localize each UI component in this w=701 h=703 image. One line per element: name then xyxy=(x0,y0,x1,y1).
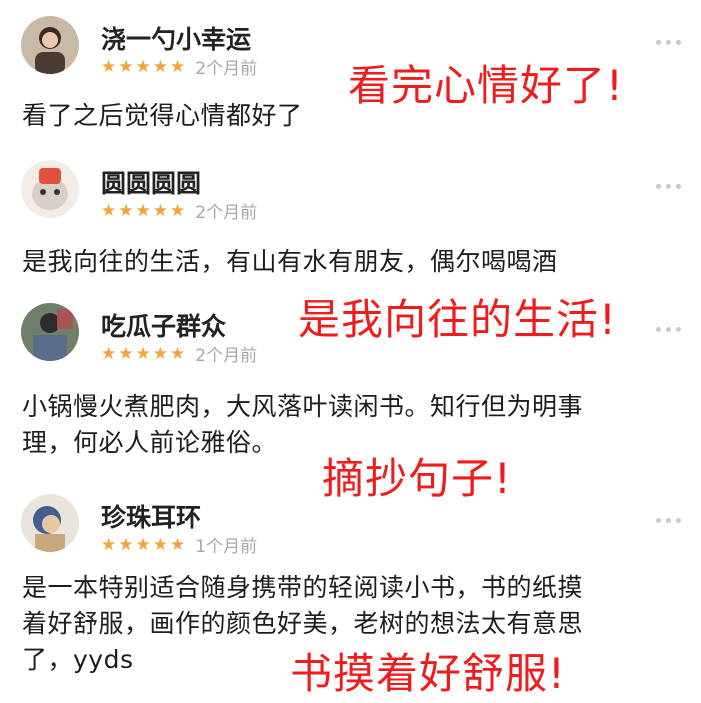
review-time: 2个月前 xyxy=(195,203,258,223)
review-time: 1个月前 xyxy=(195,537,258,557)
star-icon: ★ xyxy=(152,56,168,77)
more-icon[interactable] xyxy=(656,40,681,45)
star-icon: ★ xyxy=(170,343,186,364)
star-rating: ★ ★ ★ ★ ★ xyxy=(101,201,185,221)
star-icon: ★ xyxy=(135,200,151,221)
rating-row: ★ ★ ★ ★ ★ 2个月前 xyxy=(101,341,258,367)
review-item: 珍珠耳环 ★ ★ ★ ★ ★ 1个月前 是一本特别适合随身携带的轻阅读小书，书的… xyxy=(0,494,701,703)
star-icon: ★ xyxy=(152,200,168,221)
star-icon: ★ xyxy=(118,200,134,221)
star-icon: ★ xyxy=(135,56,151,77)
star-icon: ★ xyxy=(135,534,151,555)
review-text: 是我向往的生活，有山有水有朋友，偶尔喝喝酒 xyxy=(22,247,558,276)
star-icon: ★ xyxy=(118,343,134,364)
username[interactable]: 浇一勺小幸运 xyxy=(101,20,251,56)
more-icon[interactable] xyxy=(656,518,681,523)
rating-row: ★ ★ ★ ★ ★ 1个月前 xyxy=(101,532,258,558)
username[interactable]: 珍珠耳环 xyxy=(101,498,201,534)
star-icon: ★ xyxy=(118,56,134,77)
star-icon: ★ xyxy=(118,534,134,555)
review-item: 浇一勺小幸运 ★ ★ ★ ★ ★ 2个月前 看了之后觉得心情都好了 看完心情好了… xyxy=(0,16,701,146)
username[interactable]: 圆圆圆圆 xyxy=(101,164,201,200)
star-icon: ★ xyxy=(170,534,186,555)
more-icon[interactable] xyxy=(656,327,681,332)
star-icon: ★ xyxy=(101,56,117,77)
star-icon: ★ xyxy=(170,200,186,221)
star-rating: ★ ★ ★ ★ ★ xyxy=(101,344,185,364)
review-time: 2个月前 xyxy=(195,346,258,366)
star-icon: ★ xyxy=(101,343,117,364)
avatar[interactable] xyxy=(21,16,79,74)
review-time: 2个月前 xyxy=(195,59,258,79)
star-icon: ★ xyxy=(152,534,168,555)
avatar[interactable] xyxy=(21,160,79,218)
star-icon: ★ xyxy=(135,343,151,364)
rating-row: ★ ★ ★ ★ ★ 2个月前 xyxy=(101,198,258,224)
avatar[interactable] xyxy=(21,494,79,552)
review-item: 圆圆圆圆 ★ ★ ★ ★ ★ 2个月前 是我向往的生活，有山有水有朋友，偶尔喝喝… xyxy=(0,160,701,290)
username[interactable]: 吃瓜子群众 xyxy=(101,307,226,343)
star-rating: ★ ★ ★ ★ ★ xyxy=(101,535,185,555)
rating-row: ★ ★ ★ ★ ★ 2个月前 xyxy=(101,54,258,80)
star-icon: ★ xyxy=(101,534,117,555)
more-icon[interactable] xyxy=(656,184,681,189)
overlay-caption: 书摸着好舒服! xyxy=(290,649,566,698)
overlay-caption: 看完心情好了! xyxy=(348,61,624,110)
star-rating: ★ ★ ★ ★ ★ xyxy=(101,57,185,77)
star-icon: ★ xyxy=(101,200,117,221)
star-icon: ★ xyxy=(152,343,168,364)
avatar[interactable] xyxy=(21,303,79,361)
star-icon: ★ xyxy=(170,56,186,77)
